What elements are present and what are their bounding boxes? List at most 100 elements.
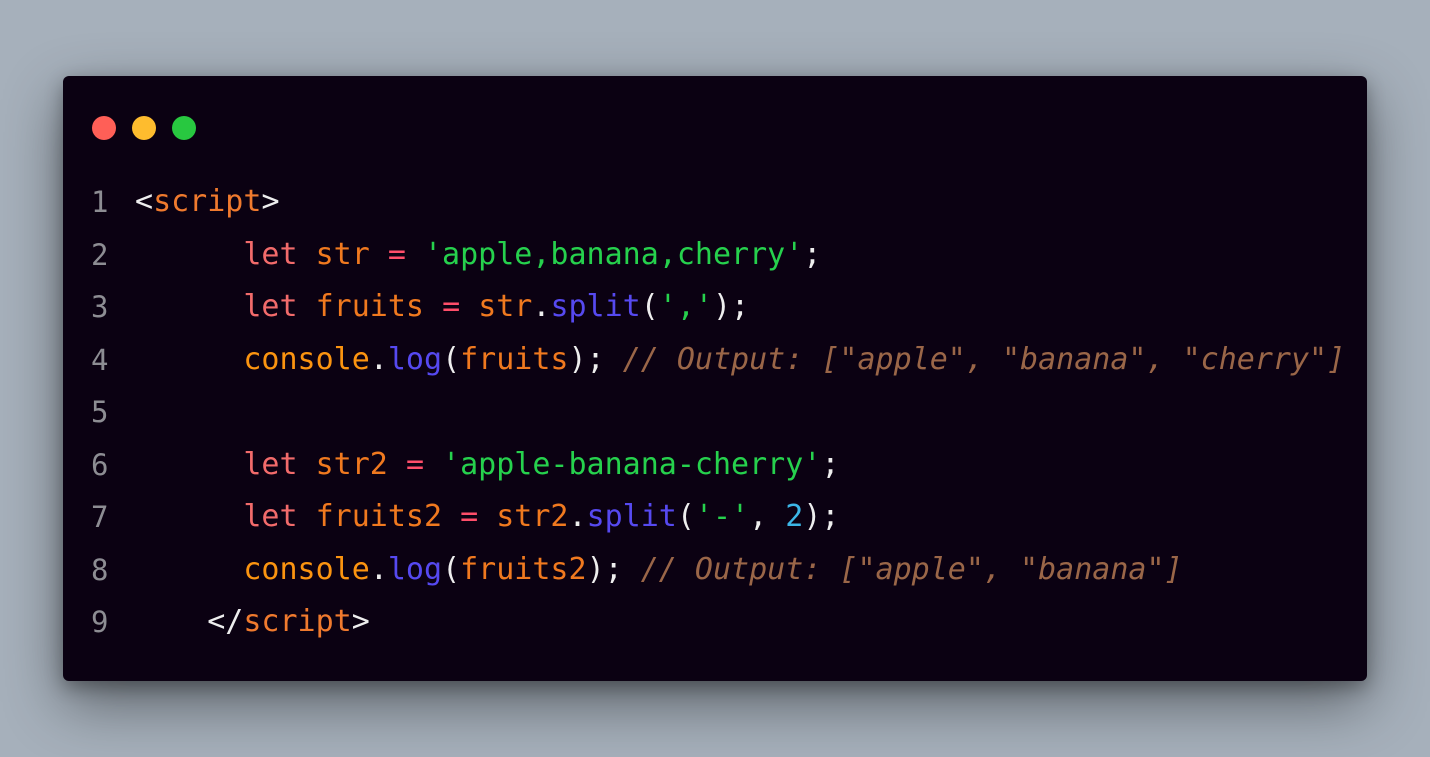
- code-token: let: [243, 236, 298, 272]
- code-token: );: [803, 499, 840, 534]
- line-number: 4: [91, 342, 109, 377]
- code-token: ',': [658, 289, 713, 324]
- code-token: let: [243, 446, 298, 482]
- code-token: .: [568, 499, 587, 534]
- code-text: let str = 'apple,banana,cherry';: [135, 229, 821, 282]
- code-line: 2 let str = 'apple,banana,cherry';: [63, 229, 1367, 282]
- code-token: (: [676, 499, 695, 534]
- code-token: );: [568, 341, 605, 377]
- code-text: <script>: [135, 176, 280, 229]
- code-text: let fruits2 = str2.split('-', 2);: [135, 491, 839, 544]
- code-token: ;: [821, 446, 840, 482]
- code-token: >: [351, 604, 370, 639]
- code-token: str: [315, 236, 370, 272]
- code-token: =: [405, 446, 424, 482]
- close-icon[interactable]: [92, 116, 116, 140]
- code-token: .: [369, 551, 388, 587]
- code-line: 3 let fruits = str.split(',');: [63, 281, 1367, 334]
- line-number: 2: [91, 237, 109, 272]
- window-controls: [92, 116, 196, 140]
- code-line: 6 let str2 = 'apple-banana-cherry';: [63, 439, 1367, 492]
- code-token: let: [243, 289, 298, 324]
- code-line: 9 </script>: [63, 596, 1367, 649]
- code-token: <: [135, 184, 154, 219]
- code-token: fruits: [460, 341, 569, 377]
- code-text: let fruits = str.split(',');: [135, 281, 749, 334]
- code-token: fruits2: [315, 499, 443, 534]
- code-token: console: [243, 341, 370, 377]
- code-token: 'apple,banana,cherry': [424, 236, 804, 272]
- code-token: 'apple-banana-cherry': [442, 446, 822, 482]
- code-token: >: [261, 184, 280, 219]
- code-token: split: [550, 289, 641, 324]
- code-token: script: [153, 184, 262, 219]
- code-text: console.log(fruits2); // Output: ["apple…: [135, 544, 1183, 597]
- code-line: 1 <script>: [63, 176, 1367, 229]
- code-token: script: [243, 604, 352, 639]
- code-text: </script>: [135, 596, 370, 649]
- code-block[interactable]: 1 <script> 2 let str = 'apple,banana,cherr…: [63, 176, 1367, 649]
- code-token: (: [442, 551, 461, 587]
- code-token: // Output: ["apple", "banana", "cherry"]: [622, 341, 1346, 377]
- code-token: (: [442, 341, 461, 377]
- line-number: 3: [91, 290, 109, 324]
- code-line: 5: [63, 386, 1367, 439]
- code-token: ;: [803, 236, 822, 272]
- code-token: log: [387, 551, 443, 587]
- line-number: 6: [91, 447, 109, 482]
- code-token: .: [369, 341, 388, 377]
- code-text: console.log(fruits); // Output: ["apple"…: [135, 334, 1345, 387]
- code-token: let: [243, 499, 298, 534]
- code-token: '-': [694, 499, 750, 534]
- code-token: split: [586, 499, 677, 534]
- code-line: 8 console.log(fruits2); // Output: ["app…: [63, 544, 1367, 597]
- code-token: =: [387, 236, 406, 272]
- line-number: 8: [91, 552, 109, 587]
- code-token: console: [243, 551, 370, 587]
- code-token: // Output: ["apple", "banana"]: [640, 551, 1183, 587]
- code-token: str: [478, 289, 533, 324]
- code-line: 4 console.log(fruits); // Output: ["appl…: [63, 334, 1367, 387]
- code-token: );: [586, 551, 623, 587]
- code-token: str2: [496, 499, 569, 534]
- code-token: =: [460, 499, 479, 534]
- code-token: 2: [785, 499, 804, 534]
- code-token: fruits2: [460, 551, 587, 587]
- code-token: );: [713, 289, 750, 324]
- zoom-icon[interactable]: [172, 116, 196, 140]
- code-token: str2: [315, 446, 388, 482]
- code-token: fruits: [315, 289, 424, 324]
- code-token: ,: [749, 499, 786, 534]
- code-token: (: [640, 289, 659, 324]
- code-token: log: [387, 341, 443, 377]
- code-token: =: [442, 289, 461, 324]
- code-line: 7 let fruits2 = str2.split('-', 2);: [63, 491, 1367, 544]
- line-number: 9: [91, 605, 109, 639]
- minimize-icon[interactable]: [132, 116, 156, 140]
- line-number: 1: [91, 185, 109, 219]
- code-token: </: [207, 604, 244, 639]
- code-window: 1 <script> 2 let str = 'apple,banana,cherr…: [63, 76, 1367, 681]
- line-number: 5: [91, 395, 109, 429]
